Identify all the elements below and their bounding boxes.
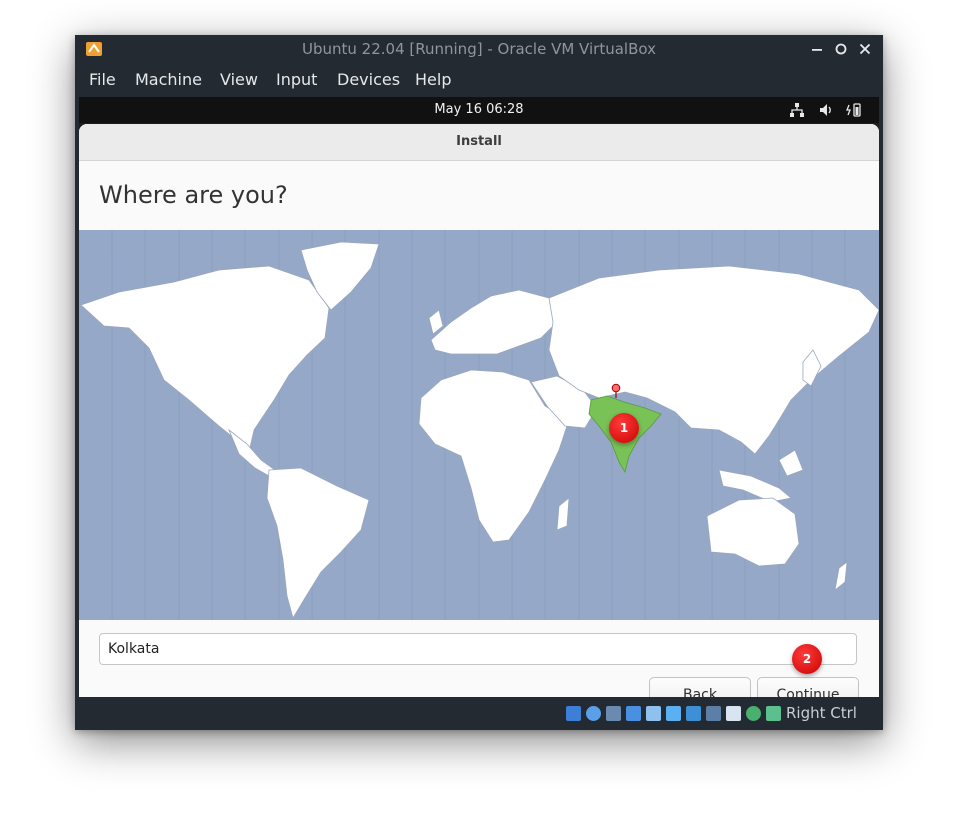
timezone-world-map[interactable] (79, 230, 879, 620)
menu-help[interactable]: Help (415, 63, 451, 97)
location-pin (611, 383, 621, 398)
usb-icon[interactable] (646, 706, 661, 721)
network-adapter-icon[interactable] (626, 706, 641, 721)
menu-file[interactable]: File (89, 63, 116, 97)
installer-title: Install (456, 134, 502, 149)
menu-input[interactable]: Input (276, 63, 317, 97)
menu-machine[interactable]: Machine (135, 63, 202, 97)
recording-icon[interactable] (706, 706, 721, 721)
mouse-integration-icon[interactable] (766, 706, 781, 721)
virtualbox-window: Ubuntu 22.04 [Running] - Oracle VM Virtu… (75, 35, 883, 730)
shared-folder-icon[interactable] (666, 706, 681, 721)
hard-disk-icon[interactable] (566, 706, 581, 721)
close-icon[interactable] (855, 39, 875, 59)
host-key-label: Right Ctrl (786, 704, 857, 722)
guest-display[interactable]: May 16 06:28 Install Where are you? Kolk… (79, 97, 879, 697)
minimize-icon[interactable] (807, 39, 827, 59)
audio-icon[interactable] (606, 706, 621, 721)
clock[interactable]: May 16 06:28 (79, 97, 879, 123)
menu-bar: File Machine View Input Devices Help (75, 63, 883, 97)
menu-devices[interactable]: Devices (337, 63, 400, 97)
installer-header-bar: Install (79, 124, 879, 161)
vm-status-bar: Right Ctrl (75, 697, 883, 730)
page-heading: Where are you? (99, 181, 288, 209)
cpu-icon[interactable] (746, 706, 761, 721)
land-masses (80, 241, 879, 620)
world-map-graphic[interactable] (79, 230, 879, 620)
installer-window: Install Where are you? Kolkata Back Cont… (79, 124, 879, 697)
volume-icon[interactable] (818, 102, 834, 118)
menu-view[interactable]: View (220, 63, 258, 97)
annotation-marker-1: 1 (609, 413, 639, 443)
window-title: Ubuntu 22.04 [Running] - Oracle VM Virtu… (302, 40, 656, 58)
ubuntu-top-bar: May 16 06:28 (79, 97, 879, 123)
optical-disk-icon[interactable] (586, 706, 601, 721)
network-icon[interactable] (789, 102, 805, 118)
power-icon[interactable] (845, 102, 863, 118)
video-capture-icon[interactable] (726, 706, 741, 721)
annotation-marker-2: 2 (792, 644, 822, 674)
back-button[interactable]: Back (649, 677, 751, 697)
maximize-icon[interactable] (831, 39, 851, 59)
title-bar[interactable]: Ubuntu 22.04 [Running] - Oracle VM Virtu… (75, 35, 883, 63)
continue-button[interactable]: Continue (757, 677, 859, 697)
display-icon[interactable] (686, 706, 701, 721)
location-input[interactable]: Kolkata (99, 633, 857, 665)
